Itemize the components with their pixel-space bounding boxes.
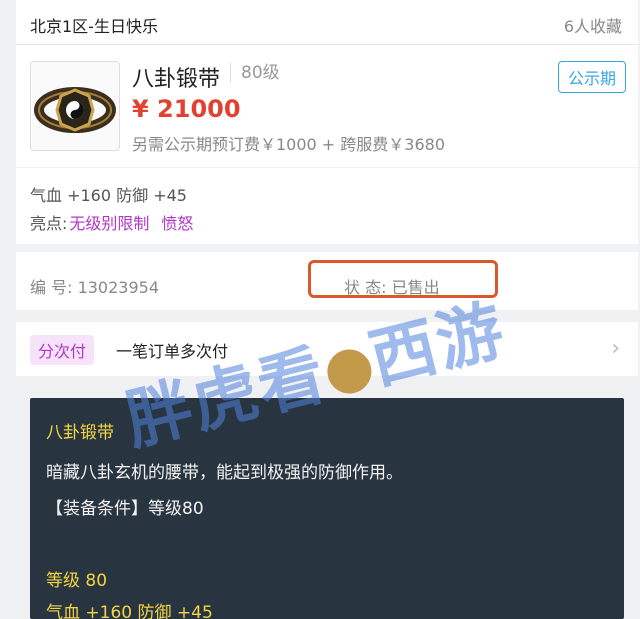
favorite-count[interactable]: 6人收藏 (564, 13, 622, 37)
attributes-section: 气血 +160 防御 +45 亮点: 无级别限制 愤怒 (16, 168, 638, 244)
highlight-no-level-limit: 无级别限制 (69, 214, 150, 233)
item-level: 80级 (230, 63, 280, 83)
highlights: 亮点: 无级别限制 愤怒 (30, 210, 193, 234)
item-price: ¥ 21000 (132, 95, 241, 123)
installment-badge: 分次付 (30, 335, 95, 365)
item-name: 八卦锻带 (132, 67, 221, 92)
id-status-row: 编 号: 13023954 状 态: 已售出 (16, 252, 638, 310)
item-tooltip: 八卦锻带 暗藏八卦玄机的腰带，能起到极强的防御作用。 【装备条件】等级80 等级… (30, 398, 624, 619)
tooltip-description: 暗藏八卦玄机的腰带，能起到极强的防御作用。 (46, 463, 403, 483)
highlight-anger: 愤怒 (161, 214, 194, 233)
public-period-badge: 公示期 (557, 61, 626, 93)
watermark-text-right: 西游 (362, 291, 513, 399)
server-name: 北京1区-生日快乐 (30, 17, 158, 36)
stats-text: 气血 +160 防御 +45 (30, 186, 187, 205)
item-card: 八卦锻带 80级 公示期 ¥ 21000 另需公示期预订费￥1000 + 跨服费… (16, 45, 638, 167)
tooltip-requirement: 【装备条件】等级80 (46, 499, 204, 519)
item-id: 编 号: 13023954 (30, 278, 160, 297)
tooltip-stats: 气血 +160 防御 +45 (46, 603, 213, 619)
tooltip-title: 八卦锻带 (46, 423, 114, 443)
header-row: 北京1区-生日快乐 6人收藏 (16, 0, 638, 45)
extra-fee: 另需公示期预订费￥1000 + 跨服费￥3680 (132, 135, 446, 154)
tooltip-level: 等级 80 (46, 571, 108, 591)
bagua-belt-icon[interactable] (30, 61, 120, 151)
mascot-icon (322, 344, 377, 399)
chevron-right-icon[interactable]: › (611, 336, 620, 361)
highlight-label: 亮点: (30, 214, 68, 233)
